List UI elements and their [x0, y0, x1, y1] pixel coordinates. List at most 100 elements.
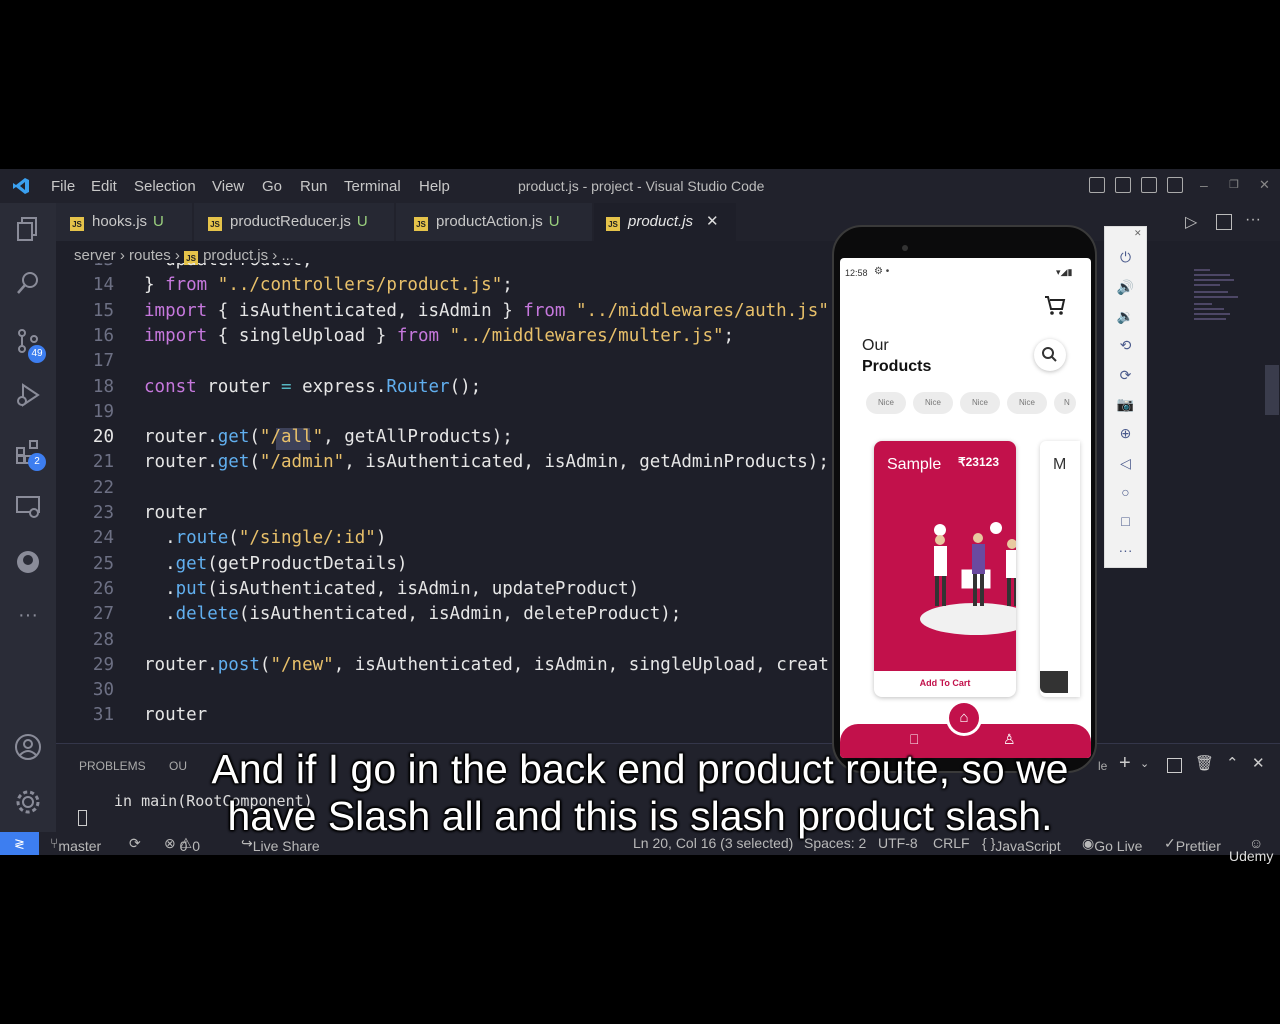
tab-productreducer[interactable]: JS productReducer.js U	[194, 203, 394, 241]
menu-edit[interactable]: Edit	[91, 178, 117, 195]
status-time: 12:58	[845, 268, 868, 278]
more-actions-icon[interactable]: ···	[1245, 211, 1261, 229]
activity-bar: 49 2 ···	[0, 203, 56, 832]
home-circle-icon[interactable]: ○	[1105, 484, 1146, 500]
code-line[interactable]: .route("/single/:id")	[144, 528, 386, 548]
github-icon[interactable]	[14, 548, 42, 576]
tab-label: hooks.js	[92, 213, 148, 230]
line-number: 16	[92, 325, 114, 346]
toggle-panel-icon[interactable]	[1115, 177, 1131, 193]
tab-status: U	[153, 213, 164, 230]
explorer-icon[interactable]	[14, 215, 42, 243]
code-line[interactable]: router.post("/new", isAuthenticated, isA…	[144, 655, 829, 675]
category-chip[interactable]: Nice	[960, 392, 1000, 414]
breadcrumb-server[interactable]: server	[74, 247, 116, 264]
tab-productaction[interactable]: JS productAction.js U	[396, 203, 592, 241]
editor-scrollbar[interactable]	[1265, 365, 1279, 415]
close-window-icon[interactable]: ✕	[1259, 177, 1270, 193]
tab-product[interactable]: JS product.js ✕	[594, 203, 736, 241]
breadcrumb-routes[interactable]: routes	[129, 247, 171, 264]
power-icon[interactable]: ⏻	[1105, 249, 1146, 266]
volume-down-icon[interactable]: 🔉	[1105, 308, 1146, 325]
remote-explorer-icon[interactable]	[14, 493, 42, 521]
code-line[interactable]: import { isAuthenticated, isAdmin } from…	[144, 301, 829, 321]
screenshot-camera-icon[interactable]: 📷	[1105, 396, 1146, 413]
js-file-icon: JS	[208, 217, 222, 231]
js-file-icon: JS	[70, 217, 84, 231]
run-file-icon[interactable]: ▷	[1185, 212, 1197, 232]
code-line[interactable]: router.get("/admin", isAuthenticated, is…	[144, 452, 829, 472]
code-line[interactable]: } from "../controllers/product.js";	[144, 275, 513, 295]
close-tab-icon[interactable]: ✕	[706, 203, 719, 241]
close-emulator-icon[interactable]: ✕	[1134, 228, 1142, 239]
code-line[interactable]: .put(isAuthenticated, isAdmin, updatePro…	[144, 579, 639, 599]
add-to-cart-button[interactable]: Add To Cart	[874, 678, 1016, 688]
next-product-card[interactable]: M	[1040, 441, 1080, 697]
zoom-icon[interactable]: ⊕	[1105, 425, 1146, 442]
heading-our: Our	[862, 337, 889, 354]
back-icon[interactable]: ◁	[1105, 455, 1146, 472]
more-views-icon[interactable]: ···	[14, 601, 42, 629]
code-line[interactable]: router	[144, 705, 207, 725]
tab-hooks[interactable]: JS hooks.js U	[56, 203, 192, 241]
category-chip[interactable]: N	[1054, 392, 1076, 414]
code-line[interactable]: import { singleUpload } from "../middlew…	[144, 326, 734, 346]
code-line[interactable]: router.get("/all", getAllProducts);	[144, 427, 513, 447]
menu-selection[interactable]: Selection	[134, 178, 196, 195]
customize-layout-icon[interactable]	[1167, 177, 1183, 193]
restore-icon[interactable]: ❐	[1229, 178, 1239, 191]
volume-up-icon[interactable]: 🔊	[1105, 279, 1146, 296]
search-button[interactable]	[1034, 339, 1066, 371]
menu-terminal[interactable]: Terminal	[344, 178, 401, 195]
code-line[interactable]: updateProduct,	[144, 263, 313, 270]
split-editor-icon[interactable]	[1216, 214, 1232, 230]
category-chip[interactable]: Nice	[1007, 392, 1047, 414]
code-line[interactable]: .get(getProductDetails)	[144, 554, 407, 574]
go-live-label: Go Live	[1094, 838, 1143, 854]
line-number: 26	[92, 578, 114, 599]
toggle-sidebar-icon[interactable]	[1089, 177, 1105, 193]
category-chip[interactable]: Nice	[913, 392, 953, 414]
product-illustration	[914, 516, 1016, 641]
line-number: 22	[92, 477, 114, 498]
tab-label: product.js	[628, 213, 694, 230]
line-number: 17	[92, 351, 114, 372]
toggle-secondary-sidebar-icon[interactable]	[1141, 177, 1157, 193]
rotate-right-icon[interactable]: ⟳	[1105, 367, 1146, 384]
line-number: 19	[92, 401, 114, 422]
warning-count: 0	[192, 838, 200, 854]
cart-icon[interactable]	[1044, 294, 1066, 321]
overview-square-icon[interactable]: □	[1105, 513, 1146, 529]
breadcrumb-symbol[interactable]: ...	[281, 247, 294, 264]
tab-label: productAction.js	[436, 213, 543, 230]
next-card-button	[1040, 671, 1068, 693]
code-line[interactable]: router	[144, 503, 207, 523]
minimize-icon[interactable]: –	[1200, 177, 1208, 193]
rotate-left-icon[interactable]: ⟲	[1105, 337, 1146, 354]
signal-battery-icon: ▾◢▮	[1056, 267, 1073, 277]
run-debug-icon[interactable]	[14, 381, 42, 409]
product-card[interactable]: Sample ₹23123 Add To Cart	[874, 441, 1016, 697]
menu-view[interactable]: View	[212, 178, 244, 195]
code-line[interactable]: .delete(isAuthenticated, isAdmin, delete…	[144, 604, 681, 624]
home-icon[interactable]: ⌂	[949, 703, 979, 733]
extensions-badge: 2	[28, 453, 46, 471]
line-number: 14	[92, 275, 114, 296]
minimap[interactable]	[1190, 266, 1250, 326]
emulator-toolbar: ✕ ⏻ 🔊 🔉 ⟲ ⟳ 📷 ⊕ ◁ ○ □ ···	[1104, 226, 1147, 568]
line-number: 31	[92, 705, 114, 726]
menu-help[interactable]: Help	[419, 178, 450, 195]
category-chip[interactable]: Nice	[866, 392, 906, 414]
code-editor[interactable]: 13 updateProduct, 14} from "../controller…	[56, 263, 840, 743]
menu-run[interactable]: Run	[300, 178, 328, 195]
menu-go[interactable]: Go	[262, 178, 282, 195]
menu-file[interactable]: File	[51, 178, 75, 195]
window-title: product.js - project - Visual Studio Cod…	[518, 178, 765, 194]
more-options-icon[interactable]: ···	[1105, 542, 1146, 558]
chevron-right-icon: ›	[174, 247, 185, 264]
code-line[interactable]: const router = express.Router();	[144, 377, 481, 397]
error-count: 0	[179, 838, 188, 854]
phone-screen[interactable]: 12:58 ⚙ • ▾◢▮ Our Products Nice Nice Nic…	[840, 258, 1091, 758]
search-icon[interactable]	[14, 269, 42, 297]
breadcrumb-file[interactable]: product.js	[203, 247, 268, 264]
